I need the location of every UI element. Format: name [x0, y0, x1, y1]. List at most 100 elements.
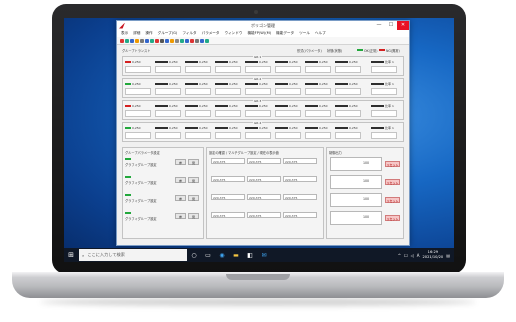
search-placeholder: ここに入力して検索: [87, 252, 125, 257]
panel-title: グループパラメータ設定: [125, 151, 160, 155]
group-cell: 0,250: [125, 126, 151, 130]
param-open-button[interactable]: 参: [175, 195, 186, 201]
toolbar-icon[interactable]: [170, 38, 174, 43]
network-icon[interactable]: ☐: [404, 253, 408, 258]
toolbar-icon[interactable]: [205, 38, 209, 43]
menu-item[interactable]: 操作: [145, 31, 152, 36]
window-titlebar[interactable]: ポリゴン管理 — ☐ ✕: [117, 21, 409, 30]
param-open-button[interactable]: 参: [175, 177, 186, 183]
toolbar-icon[interactable]: [175, 38, 179, 43]
group-row-4: GR 4 0,250 0,250 0,250 0,250 0,250 0,250…: [122, 121, 404, 142]
group-cell: 比率 1: [371, 82, 397, 86]
toolbar-icon[interactable]: [185, 38, 189, 43]
menu-item[interactable]: 機能データ: [276, 31, 294, 36]
toolbar-icon[interactable]: [145, 38, 149, 43]
value-field[interactable]: 220,375: [211, 176, 245, 182]
taskbar-clock[interactable]: 16:29 2021/10/20: [423, 250, 444, 260]
toolbar-icon[interactable]: [190, 38, 194, 43]
toolbar-icon[interactable]: [165, 38, 169, 43]
group-cell: 0,250: [155, 82, 181, 86]
store-icon[interactable]: ◧: [243, 248, 257, 262]
toolbar-icon[interactable]: [140, 38, 144, 43]
menu-item[interactable]: 機能FP(W)(M): [247, 31, 271, 36]
group-cell: 0,250: [305, 126, 331, 130]
ok-legend-label: OK(正常): [364, 49, 378, 53]
menu-bar: 表示 詳細 操作 グループ(G) フィルタ パラメータ ウィンドウ 機能FP(W…: [117, 30, 409, 37]
group-cell: 0,250: [335, 82, 361, 86]
group-cell: 0,250: [245, 104, 271, 108]
taskbar-search-box[interactable]: ⌕ ここに入力して検索: [79, 249, 187, 261]
toolbar-icon[interactable]: [180, 38, 184, 43]
reset-button[interactable]: リセット: [385, 161, 400, 167]
group-cell: 0,250: [215, 60, 241, 64]
notification-icon[interactable]: ▤: [446, 253, 450, 258]
file-explorer-icon[interactable]: ▬: [229, 248, 243, 262]
volume-icon[interactable]: ◁: [411, 253, 414, 258]
toolbar-icon[interactable]: [120, 38, 124, 43]
param-close-button[interactable]: 閉: [188, 159, 199, 165]
menu-item[interactable]: ツール: [299, 31, 310, 36]
reset-button[interactable]: リセット: [385, 215, 400, 221]
toolbar-icon[interactable]: [155, 38, 159, 43]
group-cell: 0,250: [305, 60, 331, 64]
output-value: 100: [363, 197, 370, 201]
toolbar-icon[interactable]: [195, 38, 199, 43]
output-field[interactable]: [330, 175, 382, 189]
menu-item[interactable]: フィルタ: [182, 31, 196, 36]
param-close-button[interactable]: 閉: [188, 195, 199, 201]
task-view-icon[interactable]: ▭: [201, 248, 215, 262]
output-field[interactable]: [330, 193, 382, 207]
edge-icon[interactable]: ◉: [215, 248, 229, 262]
value-field[interactable]: 220,375: [283, 212, 317, 218]
value-field[interactable]: 220,375: [283, 194, 317, 200]
menu-item[interactable]: 表示: [121, 31, 128, 36]
group-cell: 0,250: [215, 82, 241, 86]
param-close-button[interactable]: 閉: [188, 177, 199, 183]
value-field[interactable]: 220,375: [247, 176, 281, 182]
output-field[interactable]: [330, 211, 382, 225]
toolbar-icon[interactable]: [160, 38, 164, 43]
value-field[interactable]: 220,375: [211, 158, 245, 164]
windows-start-icon[interactable]: ⊞: [64, 248, 78, 262]
toolbar-icon[interactable]: [135, 38, 139, 43]
output-field[interactable]: [330, 157, 382, 171]
desktop-screen: ポリゴン管理 — ☐ ✕ 表示 詳細 操作 グループ(G) フィルタ パラメータ…: [64, 18, 454, 262]
value-field[interactable]: 220,375: [247, 194, 281, 200]
group-cell: 0,250: [185, 104, 211, 108]
value-field[interactable]: 220,375: [211, 212, 245, 218]
mail-icon[interactable]: ✉: [257, 248, 271, 262]
ng-legend-swatch: [379, 49, 385, 51]
value-field[interactable]: 220,375: [283, 176, 317, 182]
param-open-button[interactable]: 参: [175, 213, 186, 219]
chevron-up-icon[interactable]: ^: [398, 253, 401, 258]
value-field[interactable]: 220,375: [283, 158, 317, 164]
reset-button[interactable]: リセット: [385, 179, 400, 185]
toolbar-icon[interactable]: [150, 38, 154, 43]
value-field[interactable]: 220,375: [211, 194, 245, 200]
param-row-label: グラフィグループ設定: [125, 217, 157, 221]
menu-item[interactable]: パラメータ: [202, 31, 220, 36]
value-field[interactable]: 220,375: [247, 212, 281, 218]
cortana-icon[interactable]: ○: [187, 248, 201, 262]
reset-button[interactable]: リセット: [385, 197, 400, 203]
param-close-button[interactable]: 閉: [188, 213, 199, 219]
group-label: GR 3: [253, 99, 263, 103]
param-row-label: グラフィグループ設定: [125, 163, 157, 167]
menu-item[interactable]: グループ(G): [158, 31, 178, 36]
toolbar-icon[interactable]: [130, 38, 134, 43]
webcam: [254, 10, 258, 14]
menu-item[interactable]: 詳細: [133, 31, 140, 36]
laptop-base: [12, 272, 504, 298]
windows-taskbar: ⊞ ⌕ ここに入力して検索 ○ ▭ ◉ ▬ ◧ ✉ ^ ☐ ◁ A 16:29 …: [64, 248, 454, 262]
menu-item[interactable]: ヘルプ: [315, 31, 326, 36]
ime-indicator[interactable]: A: [417, 253, 420, 258]
system-tray: ^ ☐ ◁ A 16:29 2021/10/20 ▤: [398, 250, 454, 260]
group-label: GR 2: [253, 77, 263, 81]
group-cell: 比率 1: [371, 60, 397, 64]
toolbar-icon[interactable]: [125, 38, 129, 43]
value-field[interactable]: 220,375: [247, 158, 281, 164]
menu-item[interactable]: ウィンドウ: [225, 31, 243, 36]
param-open-button[interactable]: 参: [175, 159, 186, 165]
toolbar-icon[interactable]: [200, 38, 204, 43]
ng-legend-label: NG(異常): [386, 49, 400, 53]
